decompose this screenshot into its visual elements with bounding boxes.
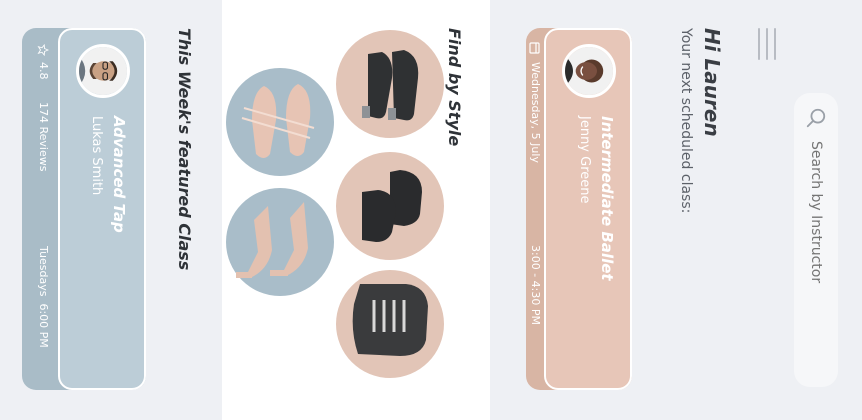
featured-reviews: 174 Reviews [37, 102, 50, 172]
jazz-shoe-icon [362, 170, 422, 242]
ballet-shoe-icon [241, 84, 315, 158]
next-class-date-row: Wednesday, 5 July [529, 42, 542, 163]
style-sneaker[interactable] [336, 270, 444, 378]
search-bar[interactable] [794, 93, 838, 387]
star-icon [38, 44, 50, 56]
search-icon [806, 108, 826, 128]
featured-section-title: This Week's featured Class [175, 28, 194, 271]
tap-shoe-icon [362, 50, 419, 121]
featured-rating-row: 4.8 [37, 44, 50, 80]
featured-schedule: Tuesdays 6:00 PM [37, 246, 50, 348]
avatar [76, 44, 130, 98]
calendar-icon [529, 42, 541, 54]
featured-class-title: Advanced Tap [110, 116, 128, 233]
next-class-card[interactable]: Intermediate Ballet Jenny Greene [544, 28, 632, 390]
featured-rating: 4.8 [37, 62, 50, 80]
instructor-photo-icon [79, 47, 127, 95]
style-heels[interactable] [226, 188, 334, 296]
avatar [562, 44, 616, 98]
next-class-title: Intermediate Ballet [598, 116, 616, 281]
search-input[interactable] [808, 141, 824, 371]
featured-card[interactable]: Advanced Tap Lukas Smith [58, 28, 146, 390]
featured-class-instructor: Lukas Smith [89, 116, 104, 196]
next-class-instructor: Jenny Greene [577, 116, 592, 204]
style-ballet[interactable] [226, 68, 334, 176]
greeting-title: Hi Lauren [700, 28, 724, 137]
find-by-style-title: Find by Style [445, 28, 464, 147]
heel-shoe-icon [236, 202, 308, 278]
sneaker-icon [352, 284, 428, 356]
next-class-date: Wednesday, 5 July [529, 62, 542, 163]
greeting-subtitle: Your next scheduled class: [678, 28, 694, 214]
menu-icon[interactable] [758, 28, 776, 60]
style-jazz[interactable] [336, 152, 444, 260]
instructor-photo-icon [565, 47, 613, 95]
style-tap[interactable] [336, 30, 444, 138]
app-screen: Hi Lauren Your next scheduled class: Int… [0, 0, 862, 420]
next-class-time: 3:00 - 4:30 PM [529, 245, 542, 325]
